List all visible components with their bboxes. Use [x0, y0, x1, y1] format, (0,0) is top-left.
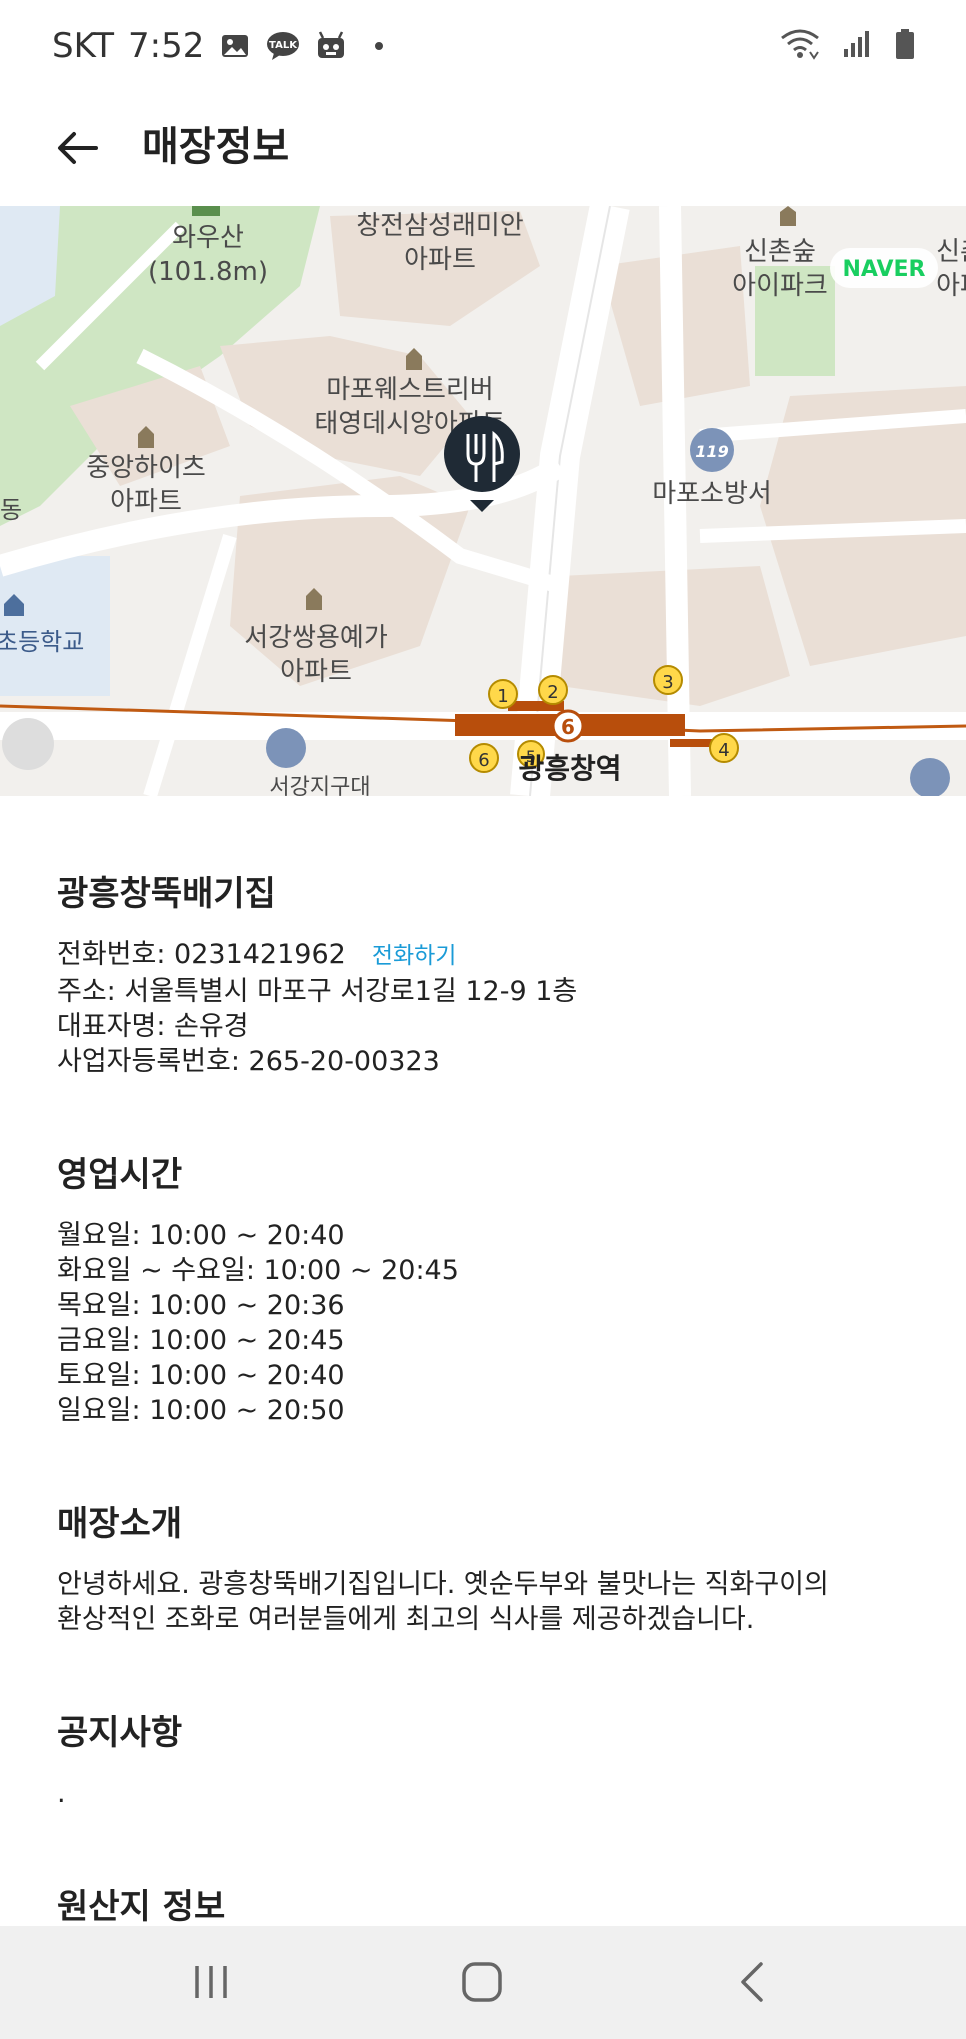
- back-button[interactable]: [50, 120, 106, 176]
- origin-section: 원산지 정보: [57, 1879, 917, 1928]
- recent-apps-icon: [195, 1966, 227, 1998]
- back-chevron-icon: [741, 1962, 763, 2002]
- label-fire-station: 마포소방서: [652, 479, 772, 509]
- exit-6: 6: [478, 750, 489, 771]
- label-sinchon-1: 신촌숲: [744, 237, 816, 267]
- label-school: 초등학교: [0, 628, 84, 656]
- intro-text-1: 안녕하세요. 광흥창뚝배기집입니다. 옛순두부와 불맛나는 직화구이의: [57, 1569, 829, 1600]
- label-changjeon-2: 아파트: [404, 245, 476, 275]
- label-jungang-2: 아파트: [110, 487, 182, 517]
- hours-title: 영업시간: [57, 1155, 183, 1195]
- label-sinchon-edge-1: 신촌: [936, 237, 966, 267]
- hours-section: 영업시간 월요일: 10:00 ~ 20:40 화요일 ~ 수요일: 10:00…: [57, 1147, 917, 1428]
- exit-4: 4: [718, 740, 729, 761]
- store-map[interactable]: 1 2 3 4 5 6 6 119 NAVER 와우산 (101.8m) 창전삼…: [0, 206, 966, 796]
- status-right: [780, 28, 916, 64]
- intro-text-2: 환상적인 조화로 여러분들에게 최고의 식사를 제공하겠습니다.: [57, 1604, 755, 1635]
- signal-icon: [842, 29, 872, 63]
- store-basic-section: 광흥창뚝배기집 전화번호: 0231421962 전화하기 주소: 서울특별시 마…: [57, 866, 917, 1079]
- battery-icon: [894, 28, 916, 64]
- notice-section: 공지사항 .: [57, 1705, 917, 1811]
- carrier: SKT: [52, 26, 115, 66]
- phone-row: 전화번호: 0231421962 전화하기: [57, 937, 917, 974]
- home-icon: [462, 1962, 502, 2002]
- notice-body: .: [57, 1778, 66, 1809]
- line-6-badge: 6: [561, 715, 575, 739]
- label-jungang-1: 중앙하이츠: [86, 453, 206, 483]
- label-seogang-district: 서강지구대: [269, 775, 370, 796]
- call-button[interactable]: 전화하기: [372, 943, 457, 969]
- fire-badge: 119: [695, 442, 728, 461]
- store-name: 광흥창뚝배기집: [57, 874, 276, 914]
- android-icon: [314, 29, 348, 63]
- store-info-content: 광흥창뚝배기집 전화번호: 0231421962 전화하기 주소: 서울특별시 마…: [57, 866, 917, 1996]
- home-button[interactable]: [442, 1952, 522, 2012]
- naver-logo: NAVER: [843, 257, 926, 282]
- map-canvas: 1 2 3 4 5 6 6 119 NAVER 와우산 (101.8m) 창전삼…: [0, 206, 966, 796]
- arrow-left-icon: [58, 132, 98, 164]
- label-station: 광흥창역: [518, 752, 621, 785]
- exit-2: 2: [547, 682, 558, 703]
- system-back-button[interactable]: [712, 1952, 792, 2012]
- notice-title: 공지사항: [57, 1713, 183, 1753]
- label-sinchon-2: 아이파크: [732, 271, 828, 301]
- exit-3: 3: [662, 672, 673, 693]
- hours-row: 목요일: 10:00 ~ 20:36: [57, 1290, 345, 1321]
- exit-1: 1: [497, 686, 508, 707]
- label-seogang-2: 아파트: [280, 657, 352, 687]
- hours-row: 일요일: 10:00 ~ 20:50: [57, 1395, 345, 1426]
- system-nav-bar: [0, 1926, 966, 2039]
- owner-name: 대표자명: 손유경: [57, 1011, 249, 1042]
- label-mapo-west-1: 마포웨스트리버: [326, 375, 493, 405]
- gallery-icon: [218, 29, 252, 63]
- page-title: 매장정보: [142, 124, 290, 170]
- address: 주소: 서울특별시 마포구 서강로1길 12-9 1층: [57, 976, 578, 1007]
- label-sinchon-edge-2: 아파: [936, 271, 966, 301]
- label-wawusan-height: (101.8m): [148, 257, 268, 287]
- intro-title: 매장소개: [57, 1504, 183, 1544]
- label-seogang-1: 서강쌍용예가: [244, 623, 388, 653]
- label-changjeon-1: 창전삼성래미안: [356, 211, 523, 241]
- dot-icon: [362, 29, 396, 63]
- hours-row: 월요일: 10:00 ~ 20:40: [57, 1220, 345, 1251]
- wifi-icon: [780, 28, 820, 64]
- origin-title: 원산지 정보: [57, 1887, 226, 1927]
- label-wawusan: 와우산: [172, 223, 244, 253]
- status-bar: SKT 7:52 TALK: [0, 0, 966, 92]
- intro-section: 매장소개 안녕하세요. 광흥창뚝배기집입니다. 옛순두부와 불맛나는 직화구이의…: [57, 1496, 917, 1637]
- hours-row: 토요일: 10:00 ~ 20:40: [57, 1360, 345, 1391]
- phone-number: 전화번호: 0231421962: [57, 939, 346, 970]
- hours-row: 금요일: 10:00 ~ 20:45: [57, 1325, 345, 1356]
- business-number: 사업자등록번호: 265-20-00323: [57, 1046, 440, 1077]
- clock: 7:52: [128, 26, 205, 66]
- talk-badge: TALK: [269, 40, 298, 51]
- hours-row: 화요일 ~ 수요일: 10:00 ~ 20:45: [57, 1255, 459, 1286]
- recent-apps-button[interactable]: [171, 1952, 251, 2012]
- status-left: SKT 7:52 TALK: [52, 26, 396, 66]
- label-left-edge: 동: [0, 496, 22, 524]
- kakaotalk-icon: TALK: [266, 29, 300, 63]
- app-bar: 매장정보: [0, 92, 966, 206]
